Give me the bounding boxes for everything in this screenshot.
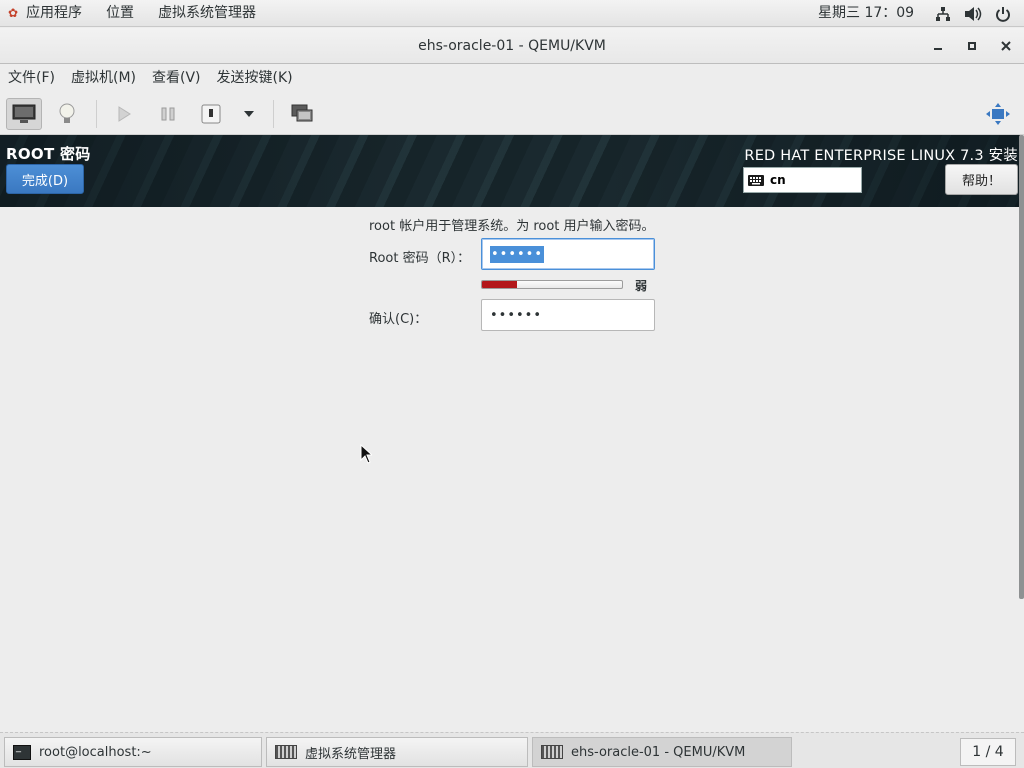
- details-button[interactable]: [49, 98, 85, 130]
- clock[interactable]: 星期三 17：09: [818, 0, 914, 27]
- close-button[interactable]: [997, 37, 1015, 55]
- places-menu[interactable]: 位置: [94, 0, 146, 27]
- terminal-icon: [13, 742, 31, 760]
- menu-file[interactable]: 文件(F): [0, 64, 63, 92]
- task-label: 虚拟系统管理器: [305, 746, 397, 762]
- workspace-pager[interactable]: 1 / 4: [960, 738, 1016, 766]
- vm-console-icon: [541, 745, 563, 759]
- system-tray[interactable]: [934, 0, 1012, 27]
- close-icon: [1001, 41, 1011, 51]
- gnome-top-bar: ✿ 应用程序 位置 虚拟系统管理器 星期三 17：09: [0, 0, 1024, 27]
- root-password-field[interactable]: ••••••: [481, 238, 655, 270]
- root-password-form: root 帐户用于管理系统。为 root 用户输入密码。 Root 密码（R）：…: [0, 207, 1019, 732]
- menubar: 文件(F) 虚拟机(M) 查看(V) 发送按键(K): [0, 64, 1024, 92]
- volume-icon[interactable]: [964, 5, 982, 23]
- confirm-password-label: 确认(C)：: [369, 312, 428, 327]
- shutdown-icon: [201, 104, 221, 124]
- toolbar-separator: [273, 100, 274, 128]
- pause-icon: [161, 107, 175, 121]
- chevron-down-icon: [244, 111, 254, 117]
- power-icon[interactable]: [994, 5, 1012, 23]
- virt-manager-icon: [275, 745, 297, 759]
- top-bar-menus: ✿ 应用程序 位置 虚拟系统管理器: [0, 0, 268, 26]
- password-strength-label: 弱: [635, 279, 648, 293]
- maximize-icon: [968, 42, 976, 50]
- root-password-label: Root 密码（R）：: [369, 251, 471, 266]
- menu-vm[interactable]: 虚拟机(M): [63, 64, 144, 92]
- app-menu[interactable]: 虚拟系统管理器: [146, 0, 268, 27]
- minimize-button[interactable]: [929, 37, 947, 55]
- root-password-value: ••••••: [490, 245, 545, 263]
- window-title-bar[interactable]: ehs-oracle-01 - QEMU/KVM: [0, 28, 1024, 64]
- scrollbar[interactable]: [1019, 135, 1024, 599]
- task-label: root@localhost:~: [39, 744, 152, 760]
- fullscreen-button[interactable]: [980, 98, 1016, 130]
- window-list-taskbar: root@localhost:~ 虚拟系统管理器 ehs-oracle-01 -…: [0, 732, 1024, 768]
- run-icon: [118, 106, 131, 122]
- network-icon[interactable]: [934, 5, 952, 23]
- window-title: ehs-oracle-01 - QEMU/KVM: [418, 38, 606, 54]
- menu-send-key[interactable]: 发送按键(K): [209, 64, 301, 92]
- run-button[interactable]: [106, 98, 142, 130]
- console-button[interactable]: [6, 98, 42, 130]
- task-vm-console[interactable]: ehs-oracle-01 - QEMU/KVM: [532, 737, 792, 767]
- shutdown-menu-button[interactable]: [231, 98, 267, 130]
- password-strength-fill: [482, 281, 517, 288]
- toolbar-separator: [96, 100, 97, 128]
- task-virt-manager[interactable]: 虚拟系统管理器: [266, 737, 528, 767]
- password-strength-bar: [481, 280, 623, 289]
- applications-menu[interactable]: 应用程序: [14, 0, 94, 27]
- help-button[interactable]: 帮助！: [945, 164, 1018, 195]
- confirm-password-value: ••••••: [490, 307, 543, 323]
- spoke-title: ROOT 密码: [6, 145, 91, 163]
- menu-view[interactable]: 查看(V): [144, 64, 209, 92]
- anaconda-header: ROOT 密码 完成(D) RED HAT ENTERPRISE LINUX 7…: [0, 135, 1020, 207]
- done-button[interactable]: 完成(D): [6, 164, 84, 194]
- snapshot-button[interactable]: [284, 98, 320, 130]
- form-description: root 帐户用于管理系统。为 root 用户输入密码。: [369, 219, 655, 234]
- keyboard-layout-indicator[interactable]: cn: [743, 167, 862, 193]
- details-bulb-icon: [59, 103, 75, 123]
- maximize-button[interactable]: [963, 37, 981, 55]
- product-title: RED HAT ENTERPRISE LINUX 7.3 安装: [744, 148, 1018, 164]
- task-terminal[interactable]: root@localhost:~: [4, 737, 262, 767]
- task-label: ehs-oracle-01 - QEMU/KVM: [571, 744, 746, 760]
- keyboard-layout-label: cn: [770, 173, 786, 187]
- snapshot-icon: [291, 104, 313, 122]
- minimize-icon: [934, 48, 942, 50]
- mouse-cursor-icon: [360, 444, 372, 464]
- console-icon: [12, 104, 36, 123]
- toolbar: [0, 92, 1024, 135]
- pause-button[interactable]: [150, 98, 186, 130]
- shutdown-button[interactable]: [193, 98, 229, 130]
- fullscreen-icon: [986, 103, 1010, 125]
- keyboard-icon: [748, 174, 764, 186]
- confirm-password-field[interactable]: ••••••: [481, 299, 655, 331]
